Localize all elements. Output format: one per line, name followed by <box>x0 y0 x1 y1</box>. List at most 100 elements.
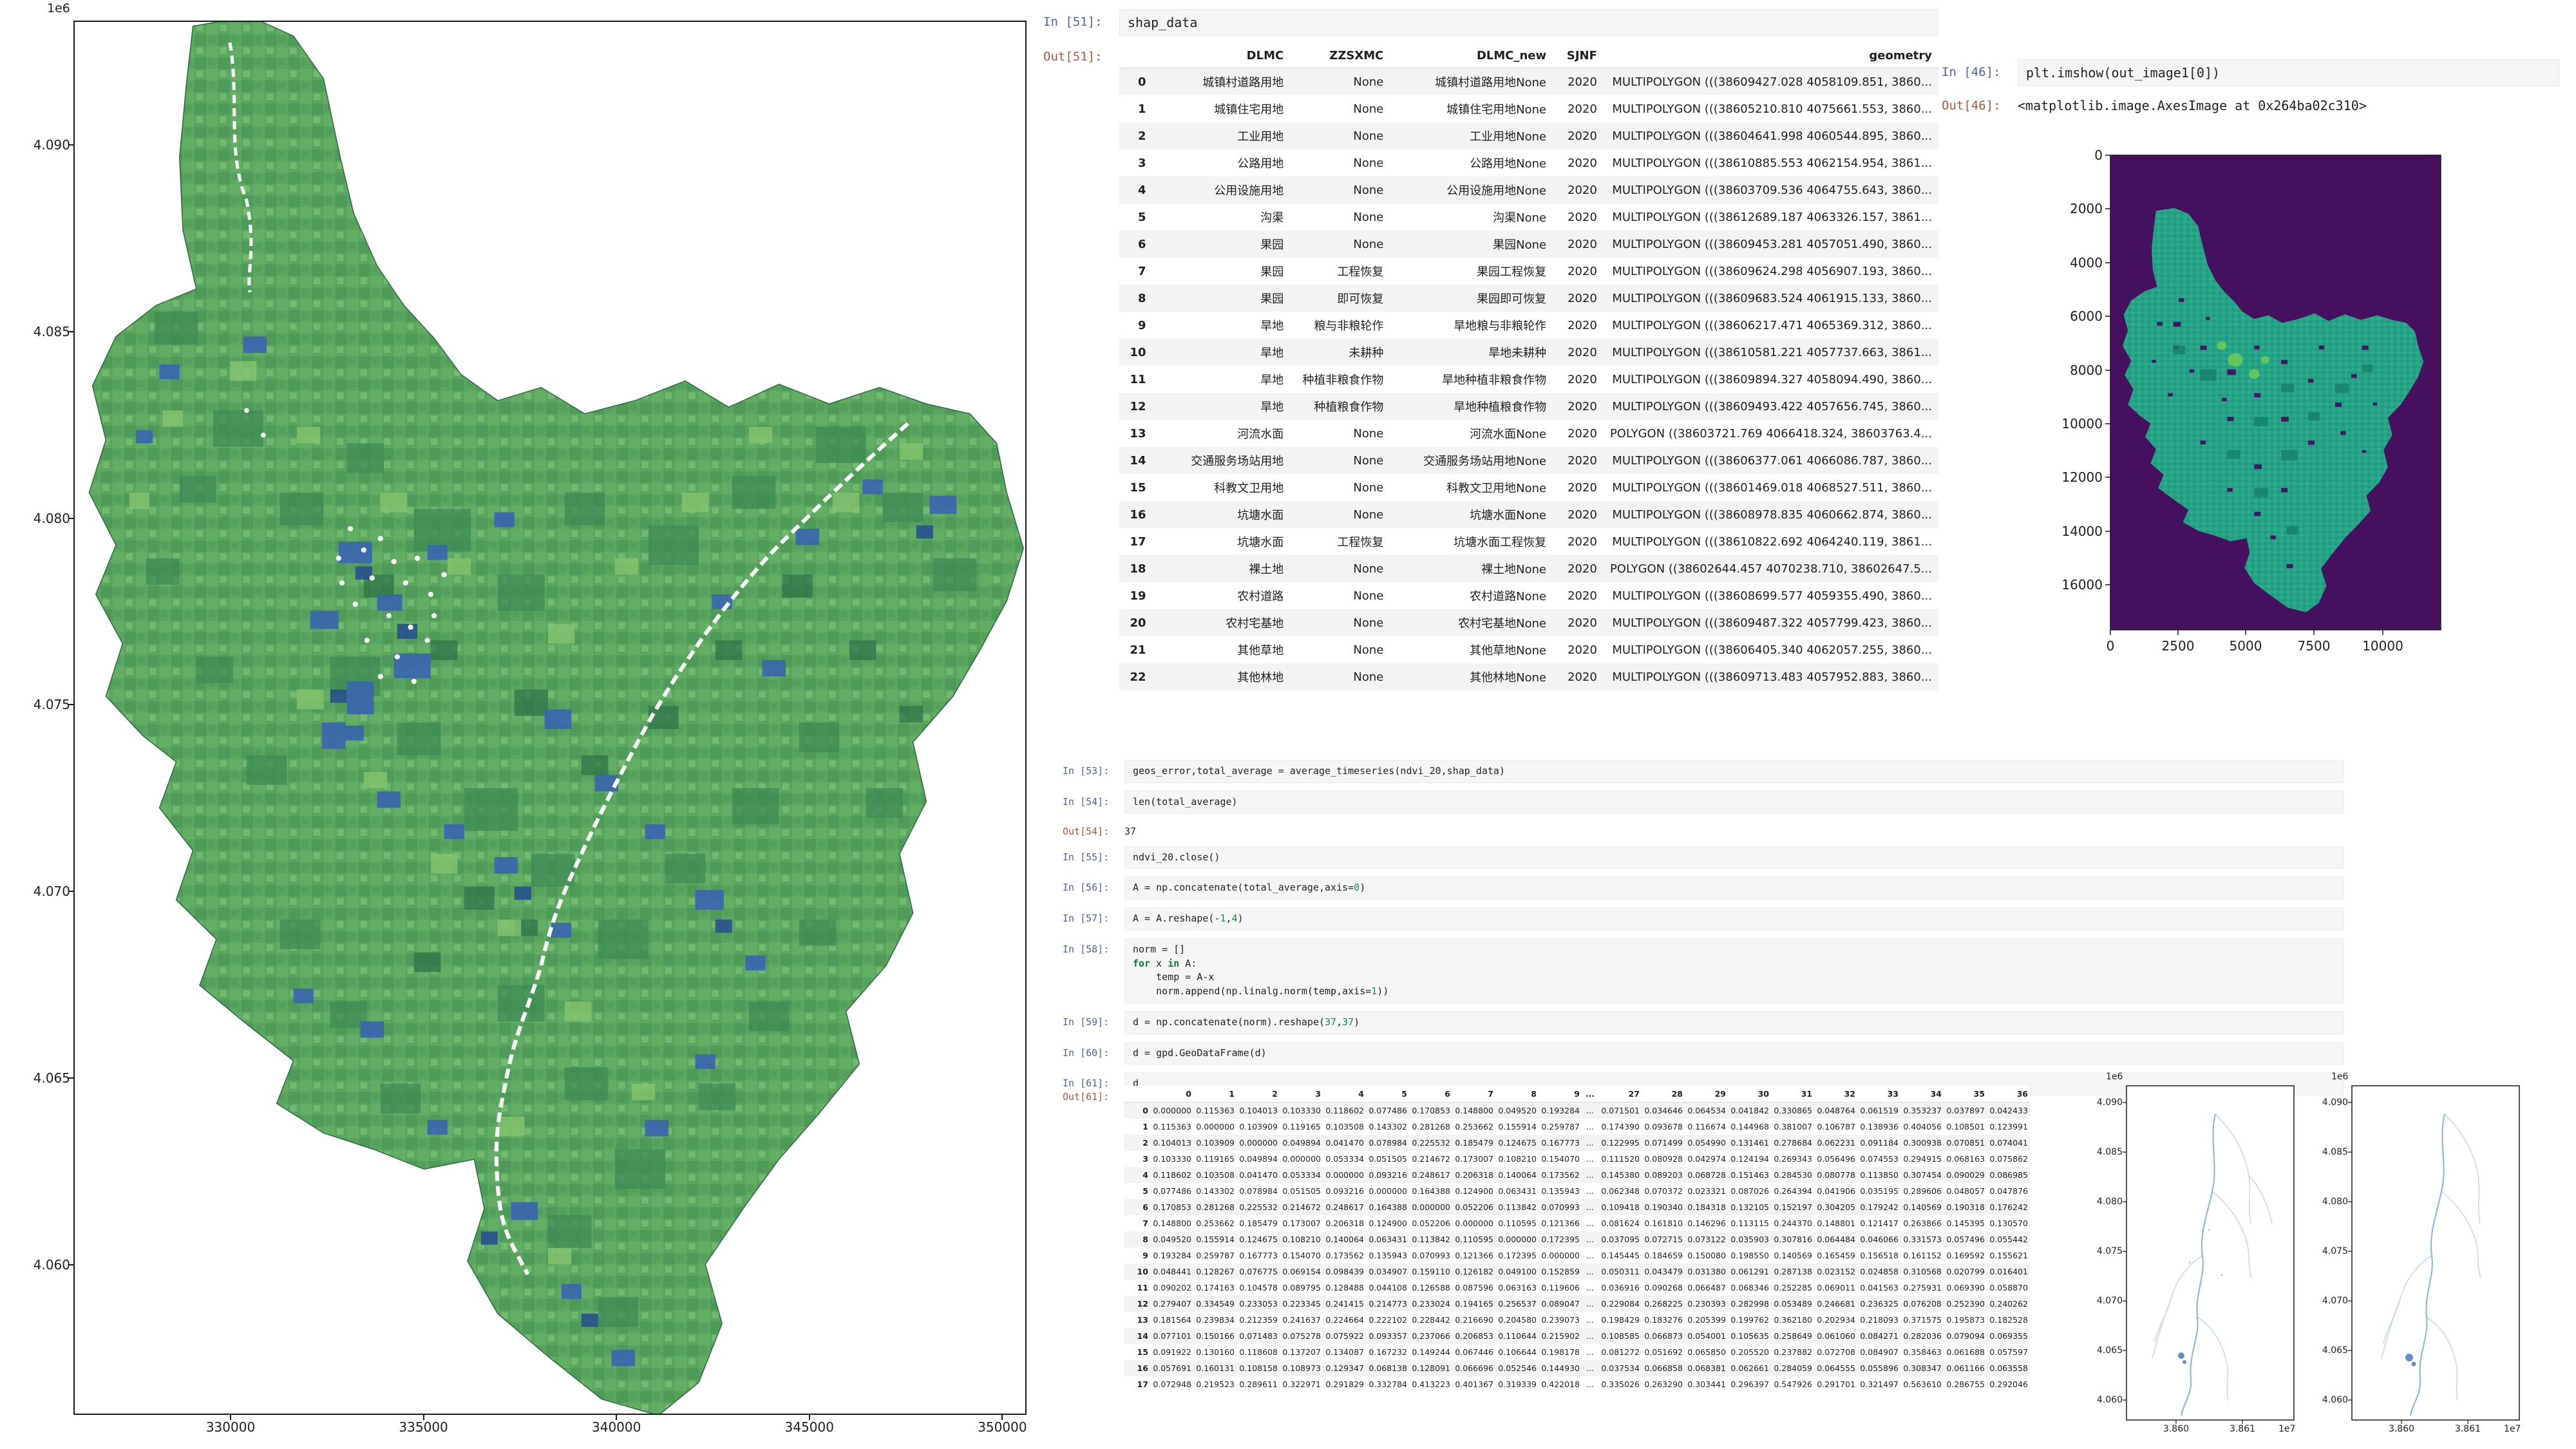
cell: 0.182528 <box>1987 1312 2030 1328</box>
cell: 0.068163 <box>1944 1151 1987 1167</box>
row-index: 16 <box>1119 501 1153 528</box>
tick-label: 4000 <box>2070 255 2103 270</box>
cell: 0.152859 <box>1539 1264 1582 1280</box>
cell: 0.259787 <box>1539 1119 1582 1135</box>
cell: 0.000000 <box>1539 1247 1582 1264</box>
code-input[interactable]: d = np.concatenate(norm).reshape(37,37) <box>1124 1011 2344 1034</box>
cell: 坑塘水面工程恢复 <box>1390 528 1553 555</box>
cell: 2020 <box>1553 68 1604 96</box>
cell: 0.066858 <box>1642 1360 1685 1376</box>
code-input[interactable]: A = np.concatenate(total_average,axis=0) <box>1124 876 2344 900</box>
cell: MULTIPOLYGON (((38601469.018 4068527.511… <box>1604 474 1938 501</box>
cell: None <box>1290 149 1390 176</box>
cell: MULTIPOLYGON (((38605210.810 4075661.553… <box>1604 95 1938 122</box>
code-input[interactable]: shap_data <box>1119 9 1938 36</box>
cell: 2020 <box>1553 95 1604 122</box>
code-input[interactable]: norm = [] for x in A: temp = A-x norm.ap… <box>1124 938 2344 1003</box>
cell: 0.074041 <box>1987 1135 2030 1151</box>
cell: 公路用地None <box>1390 149 1553 176</box>
cell: 2020 <box>1553 312 1604 339</box>
cell: 0.190340 <box>1642 1199 1685 1215</box>
cell: 0.119165 <box>1280 1119 1323 1135</box>
code-input[interactable]: d = gpd.GeoDataFrame(d) <box>1124 1042 2344 1065</box>
cell: 旱地 <box>1153 339 1291 366</box>
cell: 0.049520 <box>1150 1231 1193 1247</box>
cell: 0.159110 <box>1409 1264 1452 1280</box>
cell: None <box>1290 204 1390 231</box>
column-header: 2 <box>1236 1086 1280 1103</box>
cell: 0.084907 <box>1857 1344 1900 1360</box>
column-header: 28 <box>1642 1086 1685 1103</box>
cell: 0.135943 <box>1539 1183 1582 1199</box>
cell: 0.240262 <box>1987 1296 2030 1312</box>
input-prompt: In [59]: <box>1063 1011 1124 1028</box>
cell: 0.091922 <box>1150 1344 1193 1360</box>
cell: 0.143302 <box>1366 1119 1409 1135</box>
cell: 0.068138 <box>1366 1360 1409 1376</box>
cell: 0.115363 <box>1150 1119 1193 1135</box>
output-text: <matplotlib.image.AxesImage at 0x264ba02… <box>2018 93 2367 113</box>
code-input[interactable]: A = A.reshape(-1,4) <box>1124 907 2344 931</box>
cell: 0.422018 <box>1539 1376 1582 1392</box>
cell: 0.259787 <box>1193 1247 1236 1264</box>
cell: 0.103508 <box>1193 1167 1236 1183</box>
cell: 0.268225 <box>1642 1296 1685 1312</box>
cell: 0.202934 <box>1814 1312 1857 1328</box>
cell: 0.239073 <box>1539 1312 1582 1328</box>
cell: 旱地种植非粮食作物 <box>1390 366 1553 393</box>
matrix-row: 170.0729480.2195230.2896110.3229710.2918… <box>1124 1376 2030 1392</box>
code-input[interactable]: ndvi_20.close() <box>1124 846 2344 869</box>
cell: 0.062661 <box>1728 1360 1771 1376</box>
cell: 0.078984 <box>1236 1183 1280 1199</box>
cell: 未耕种 <box>1290 339 1390 366</box>
cell: 0.303441 <box>1685 1376 1728 1392</box>
column-header: 5 <box>1366 1086 1409 1103</box>
tick-label: 4.065 <box>2097 1345 2123 1356</box>
cell: 0.145445 <box>1598 1247 1642 1264</box>
tick-label: 4.090 <box>2097 1097 2123 1108</box>
tick-label: 0 <box>2094 147 2103 163</box>
cell: 0.037534 <box>1598 1360 1642 1376</box>
cell: 0.185479 <box>1452 1135 1495 1151</box>
cell: 0.321497 <box>1857 1376 1900 1392</box>
column-header: 32 <box>1814 1086 1857 1103</box>
table-row: 0城镇村道路用地None城镇村道路用地None2020MULTIPOLYGON … <box>1119 68 1938 96</box>
code-input[interactable]: plt.imshow(out_image1[0]) <box>2018 59 2560 86</box>
input-prompt: In [60]: <box>1063 1042 1124 1059</box>
cell: 0.000000 <box>1452 1215 1495 1231</box>
cell: 0.072708 <box>1814 1344 1857 1360</box>
cell: 0.263866 <box>1900 1215 1944 1231</box>
cell: 科教文卫用地None <box>1390 474 1553 501</box>
tick-label: 4.090 <box>2322 1097 2348 1108</box>
jupyter-notebook: 1e6 3300003350003400003450003500004.0904… <box>0 0 2576 1449</box>
cell: 0.152197 <box>1771 1199 1814 1215</box>
cell: 0.087596 <box>1452 1280 1495 1296</box>
table-row: 16坑塘水面None坑塘水面None2020MULTIPOLYGON (((38… <box>1119 501 1938 528</box>
matrix-row: 60.1708530.2812680.2255320.2146720.24861… <box>1124 1199 2030 1215</box>
cell: 旱地 <box>1153 366 1291 393</box>
cell: 0.154070 <box>1539 1151 1582 1167</box>
code-input[interactable]: geos_error,total_average = average_times… <box>1124 760 2344 783</box>
matrix-row: 70.1488000.2536620.1854790.1730070.20631… <box>1124 1215 2030 1231</box>
row-index: 7 <box>1119 258 1153 285</box>
cell: 0.129347 <box>1323 1360 1366 1376</box>
cell: 0.173562 <box>1323 1247 1366 1264</box>
code-cell: In [57]:A = A.reshape(-1,4) <box>1063 907 2344 931</box>
code-input[interactable]: len(total_average) <box>1124 791 2344 814</box>
cell: 0.173007 <box>1452 1151 1495 1167</box>
cell: 0.212359 <box>1236 1312 1280 1328</box>
cell: 0.190318 <box>1944 1199 1987 1215</box>
cell: 0.070372 <box>1642 1183 1685 1199</box>
cell: 0.024858 <box>1857 1264 1900 1280</box>
tick-label: 4.065 <box>33 1070 70 1086</box>
code-text: geos_error,total_average = average_times… <box>1133 764 2336 779</box>
cell: 旱地 <box>1153 393 1291 420</box>
input-prompt: In [58]: <box>1063 938 1124 955</box>
cell: 0.093357 <box>1366 1328 1409 1344</box>
cell: 0.128488 <box>1323 1280 1366 1296</box>
y-axis-offset-label: 1e6 <box>2106 1072 2123 1082</box>
code-text: shap_data <box>1128 14 1930 32</box>
cell: 0.233024 <box>1409 1296 1452 1312</box>
cell: 0.148800 <box>1452 1103 1495 1119</box>
cell: 0.122995 <box>1598 1135 1642 1151</box>
